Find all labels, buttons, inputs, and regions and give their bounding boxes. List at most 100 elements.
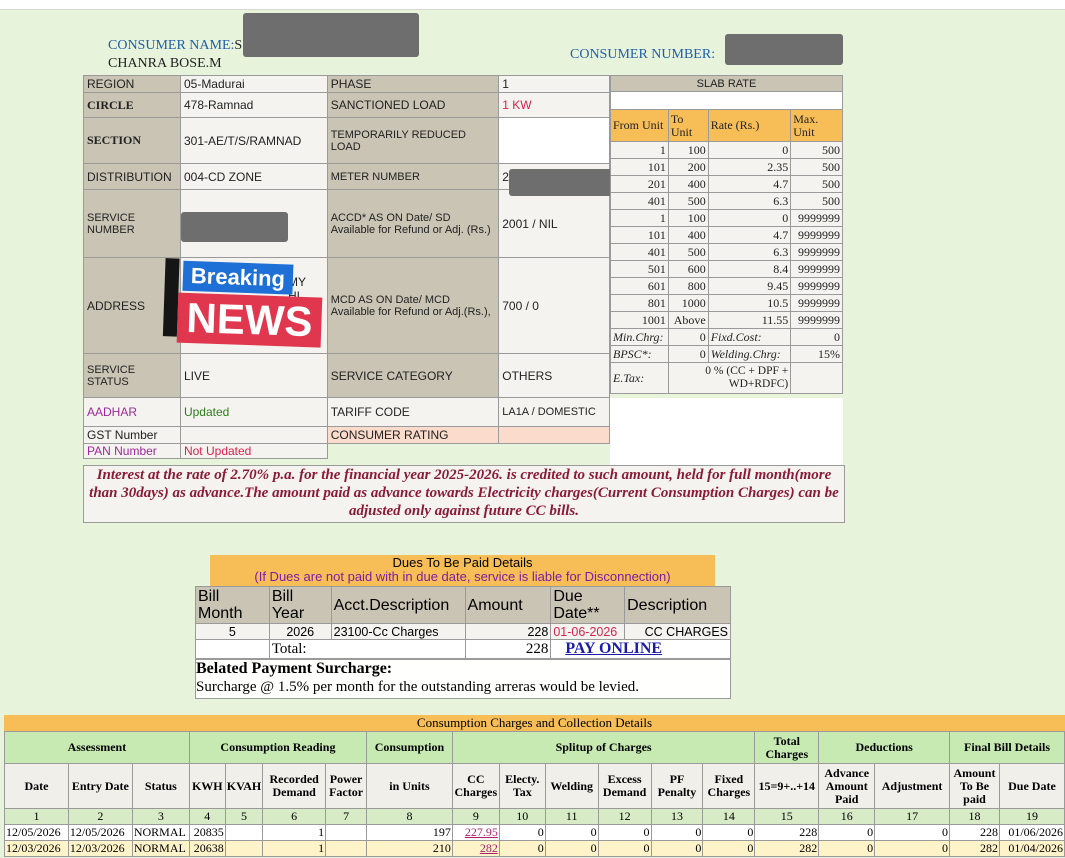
temp-load-label: TEMPORARILY REDUCED LOAD [326, 117, 500, 164]
slab-rate-cell: 10.5 [707, 294, 792, 312]
service-status-value: LIVE [179, 353, 328, 398]
slab-rate-cell: 9.45 [707, 277, 792, 295]
slab-to-cell: Above [667, 311, 709, 329]
slab-max-cell: 9999999 [790, 226, 843, 244]
dues-header-due-date: Due Date** [550, 586, 626, 624]
consumption-cell: 0 [702, 824, 756, 841]
group-splitup: Splitup of Charges [451, 731, 756, 764]
col-header: Excess Demand [597, 763, 652, 809]
slab-rate-cell: 8.4 [707, 260, 792, 278]
consumption-cell: 228 [949, 824, 1000, 841]
consumption-cell: 197 [366, 824, 453, 841]
consumption-cell: 0 [650, 840, 704, 857]
tariff-code-label: TARIFF CODE [326, 397, 500, 427]
redacted-consumer-number [725, 34, 843, 65]
slab-row: 201 400 4.7 500 [610, 175, 843, 193]
min-chrg-label: Min.Chrg: [610, 328, 669, 346]
slab-rate-cell: 0 [707, 141, 792, 159]
distribution-value: 004-CD ZONE [179, 163, 328, 190]
cc-charges-link[interactable]: 282 [480, 841, 498, 855]
dues-due-date: 01-06-2026 [550, 623, 626, 640]
consumption-cell: 0 [498, 840, 546, 857]
dues-total-label: Total: [268, 639, 466, 659]
consumption-cell: 1 [262, 824, 327, 841]
consumption-cell: 0 [702, 840, 756, 857]
col-header: PF Penalty [650, 763, 704, 809]
col-number: 17 [874, 808, 951, 825]
slab-header-rate: Rate (Rs.) [707, 109, 792, 142]
slab-row: 401 500 6.3 9999999 [610, 243, 843, 261]
consumption-cell: 0 [818, 840, 876, 857]
consumption-title: Consumption Charges and Collection Detai… [4, 715, 1065, 731]
consumption-cell: 282 [949, 840, 1000, 857]
slab-to-cell: 400 [667, 175, 709, 193]
interest-notice: Interest at the rate of 2.70% p.a. for t… [83, 465, 845, 523]
sanctioned-load-value: 1 KW [498, 92, 610, 118]
phase-label: PHASE [326, 75, 500, 93]
col-number: 12 [597, 808, 652, 825]
dues-amount: 228 [464, 623, 552, 640]
col-number: 6 [262, 808, 327, 825]
group-deductions: Deductions [818, 731, 951, 764]
consumption-row: 12/05/2026 12/05/2026 NORMAL 20835 1 197 227.9… [4, 824, 1065, 841]
meter-number-label: METER NUMBER [326, 163, 500, 190]
service-number-label: SERVICE NUMBER [83, 189, 181, 258]
slab-to-cell: 400 [667, 226, 709, 244]
consumption-cell: 0 [597, 840, 652, 857]
breaking-label: Breaking [182, 260, 294, 295]
dues-header: Dues To Be Paid Details (If Dues are not… [210, 555, 715, 586]
consumption-cell [224, 840, 264, 857]
dues-bill-month: 5 [195, 623, 270, 640]
dues-header-amount: Amount [464, 586, 552, 624]
slab-max-cell: 9999999 [790, 277, 843, 295]
col-header: Advance Amount Paid [818, 763, 876, 809]
browser-top-strip [0, 0, 1065, 10]
slab-header-from: From Unit [610, 109, 669, 142]
consumption-cell: 01/06/2026 [998, 824, 1065, 841]
consumption-cell [325, 824, 368, 841]
slab-to-cell: 500 [667, 243, 709, 261]
dues-bill-year: 2026 [268, 623, 332, 640]
slab-rate-cell: 4.7 [707, 226, 792, 244]
col-header: KWH [188, 763, 226, 809]
temp-load-value [498, 117, 610, 164]
consumption-cell: 282 [451, 840, 500, 857]
pay-online-link[interactable]: PAY ONLINE [565, 640, 662, 657]
slab-from-cell: 401 [610, 192, 669, 210]
region-value: 05-Madurai [179, 75, 328, 93]
belated-text: Surcharge @ 1.5% per month for the outst… [196, 679, 639, 695]
accd-value: 2001 / NIL [498, 189, 610, 258]
slab-row: 601 800 9.45 9999999 [610, 277, 843, 295]
slab-rate-cell: 4.7 [707, 175, 792, 193]
consumption-cell: 0 [544, 824, 599, 841]
fixd-cost-value: 0 [790, 328, 843, 346]
consumer-rating-label: CONSUMER RATING [326, 426, 500, 444]
breaking-news-sticker: Breaking NEWS [162, 254, 327, 355]
mcd-label: MCD AS ON Date/ MCD Available for Refund… [326, 257, 500, 354]
slab-row: 1 100 0 9999999 [610, 209, 843, 227]
belated-surcharge-box: Belated Payment Surcharge: Surcharge @ 1… [195, 659, 731, 699]
col-header: 15=9+..+14 [754, 763, 820, 809]
group-total-charges: Total Charges [754, 731, 820, 764]
col-header: Status [131, 763, 190, 809]
cc-charges-link[interactable]: 227.95 [465, 825, 498, 839]
dues-title: Dues To Be Paid Details [392, 555, 533, 570]
gst-value [179, 426, 328, 444]
consumer-rating-value [498, 426, 610, 444]
consumption-row: 12/03/2026 12/03/2026 NORMAL 20638 1 210 282 0 0… [4, 840, 1065, 857]
col-header: Amount To Be paid [949, 763, 1000, 809]
slab-row: 101 200 2.35 500 [610, 158, 843, 176]
service-status-label: SERVICE STATUS [83, 353, 181, 398]
col-header: Entry Date [67, 763, 133, 809]
slab-header-max: Max. Unit [790, 109, 843, 142]
dues-header-acct: Acct.Description [330, 586, 466, 624]
col-number: 11 [544, 808, 599, 825]
col-number: 10 [498, 808, 546, 825]
fixd-cost-label: Fixd.Cost: [707, 328, 792, 346]
consumption-cell: 12/03/2026 [67, 840, 133, 857]
dues-warning: (If Dues are not paid with in due date, … [254, 569, 671, 584]
col-header: Power Factor [325, 763, 368, 809]
consumption-cell: 12/05/2026 [67, 824, 133, 841]
slab-to-cell: 800 [667, 277, 709, 295]
phase-value: 1 [498, 75, 610, 93]
